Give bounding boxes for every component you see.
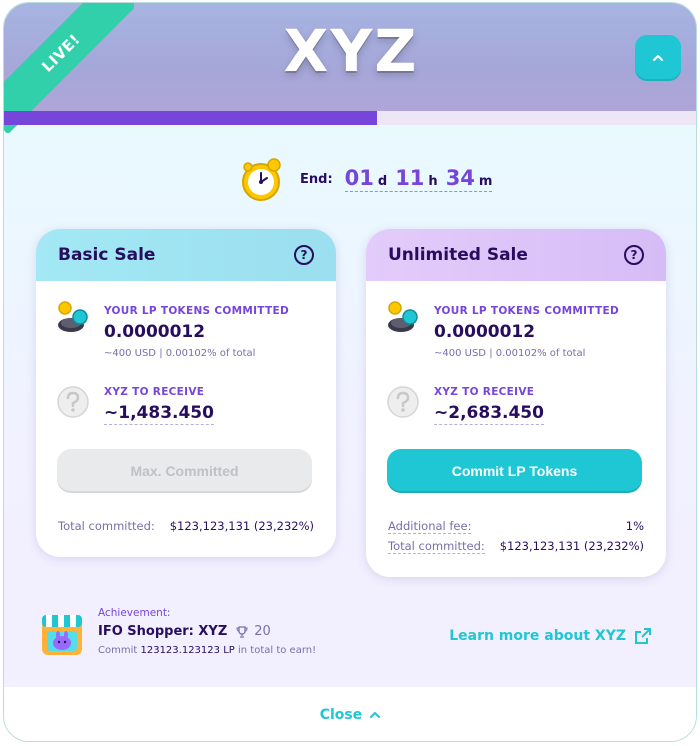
committed-label: YOUR LP TOKENS COMMITTED	[434, 305, 619, 317]
close-button[interactable]: Close	[320, 707, 383, 723]
unlimited-sale-header: Unlimited Sale ?	[366, 229, 666, 281]
basic-receive-block: XYZ TO RECEIVE ~1,483.450	[104, 386, 214, 425]
unlimited-sale-title: Unlimited Sale	[388, 245, 528, 265]
commit-lp-tokens-button[interactable]: Commit LP Tokens	[387, 449, 642, 493]
unlimited-committed-block: YOUR LP TOKENS COMMITTED 0.0000012 ~400 …	[434, 305, 619, 359]
committed-value: 0.0000012	[434, 322, 536, 342]
sale-progress-fill	[4, 111, 377, 125]
timer-hours-unit: h	[428, 174, 438, 189]
timer-minutes: 34	[445, 166, 475, 190]
committed-sub: ~400 USD | 0.00102% of total	[434, 348, 586, 359]
total-committed-label: Total committed:	[388, 539, 485, 554]
achievement-desc-suffix: in total to earn!	[237, 645, 317, 656]
close-label: Close	[319, 707, 363, 723]
card-header: LIVE! XYZ	[4, 3, 696, 133]
learn-more-label: Learn more about XYZ	[449, 628, 626, 644]
unlimited-total-row: Total committed: $123,123,131 (23,232%)	[388, 539, 644, 554]
basic-sale-title: Basic Sale	[58, 245, 156, 265]
receive-value: ~1,483.450	[104, 403, 214, 425]
countdown-value: 01 d 11 h 34 m	[344, 166, 493, 192]
timer-end-label: End:	[300, 171, 333, 187]
unlimited-sale-card: Unlimited Sale ? YOUR LP TOKENS COMMITTE…	[366, 229, 666, 577]
achievement-desc: Commit 123123.123123 LP in total to earn…	[98, 645, 316, 656]
committed-sub: ~400 USD | 0.00102% of total	[104, 348, 256, 359]
timer-hours: 11	[395, 166, 425, 190]
committed-label: YOUR LP TOKENS COMMITTED	[104, 305, 289, 317]
basic-total-row: Total committed: $123,123,131 (23,232%)	[58, 519, 314, 533]
project-title: XYZ	[283, 17, 419, 85]
collapse-button[interactable]	[635, 35, 681, 81]
achievement-points-value: 20	[254, 624, 271, 639]
timer-days: 01	[344, 166, 374, 190]
unknown-token-icon	[387, 386, 419, 418]
achievement-title: IFO Shopper: XYZ	[98, 624, 228, 639]
basic-sale-header: Basic Sale ?	[36, 229, 336, 281]
achievement-points: 20	[235, 624, 271, 639]
unlimited-receive-block: XYZ TO RECEIVE ~2,683.450	[434, 386, 544, 425]
trophy-icon	[236, 625, 248, 638]
basic-committed-block: YOUR LP TOKENS COMMITTED 0.0000012 ~400 …	[104, 305, 289, 359]
max-committed-button[interactable]: Max. Committed	[57, 449, 312, 493]
help-icon[interactable]: ?	[624, 245, 644, 265]
achievement-desc-prefix: Commit	[98, 645, 138, 656]
receive-label: XYZ TO RECEIVE	[434, 386, 535, 398]
external-link-icon	[635, 628, 651, 644]
timer-minutes-unit: m	[478, 174, 493, 189]
lp-token-icon	[58, 301, 88, 332]
card-footer: Close	[4, 687, 696, 741]
help-icon[interactable]: ?	[294, 245, 314, 265]
chevron-up-icon	[653, 55, 663, 61]
shopper-bunny-icon	[42, 615, 82, 655]
stopwatch-icon	[242, 158, 281, 201]
total-committed-value: $123,123,131 (23,232%)	[499, 539, 644, 553]
receive-value: ~2,683.450	[434, 403, 544, 425]
additional-fee-row: Additional fee: 1%	[388, 519, 644, 534]
chevron-up-icon	[370, 712, 381, 718]
receive-label: XYZ TO RECEIVE	[104, 386, 205, 398]
ifo-card: LIVE! XYZ End: 01 d 11 h 34 m Basic Sale…	[3, 2, 697, 742]
lp-token-icon	[388, 301, 418, 332]
achievement-title-row: IFO Shopper: XYZ 20	[98, 624, 316, 639]
total-committed-label: Total committed:	[58, 519, 155, 533]
achievement-label: Achievement:	[98, 607, 171, 619]
achievement-desc-amount: 123123.123123 LP	[140, 645, 235, 656]
basic-sale-card: Basic Sale ? YOUR LP TOKENS COMMITTED 0.…	[36, 229, 336, 557]
achievement-section: Achievement: IFO Shopper: XYZ 20 Commit …	[40, 607, 680, 667]
additional-fee-value: 1%	[625, 519, 644, 533]
sale-progress-bar	[4, 111, 696, 125]
unknown-token-icon	[57, 386, 89, 418]
committed-value: 0.0000012	[104, 322, 206, 342]
additional-fee-label: Additional fee:	[388, 519, 472, 534]
countdown-timer: End: 01 d 11 h 34 m	[236, 155, 493, 203]
learn-more-link[interactable]: Learn more about XYZ	[449, 627, 652, 645]
timer-days-unit: d	[377, 174, 388, 189]
total-committed-value: $123,123,131 (23,232%)	[169, 519, 314, 533]
